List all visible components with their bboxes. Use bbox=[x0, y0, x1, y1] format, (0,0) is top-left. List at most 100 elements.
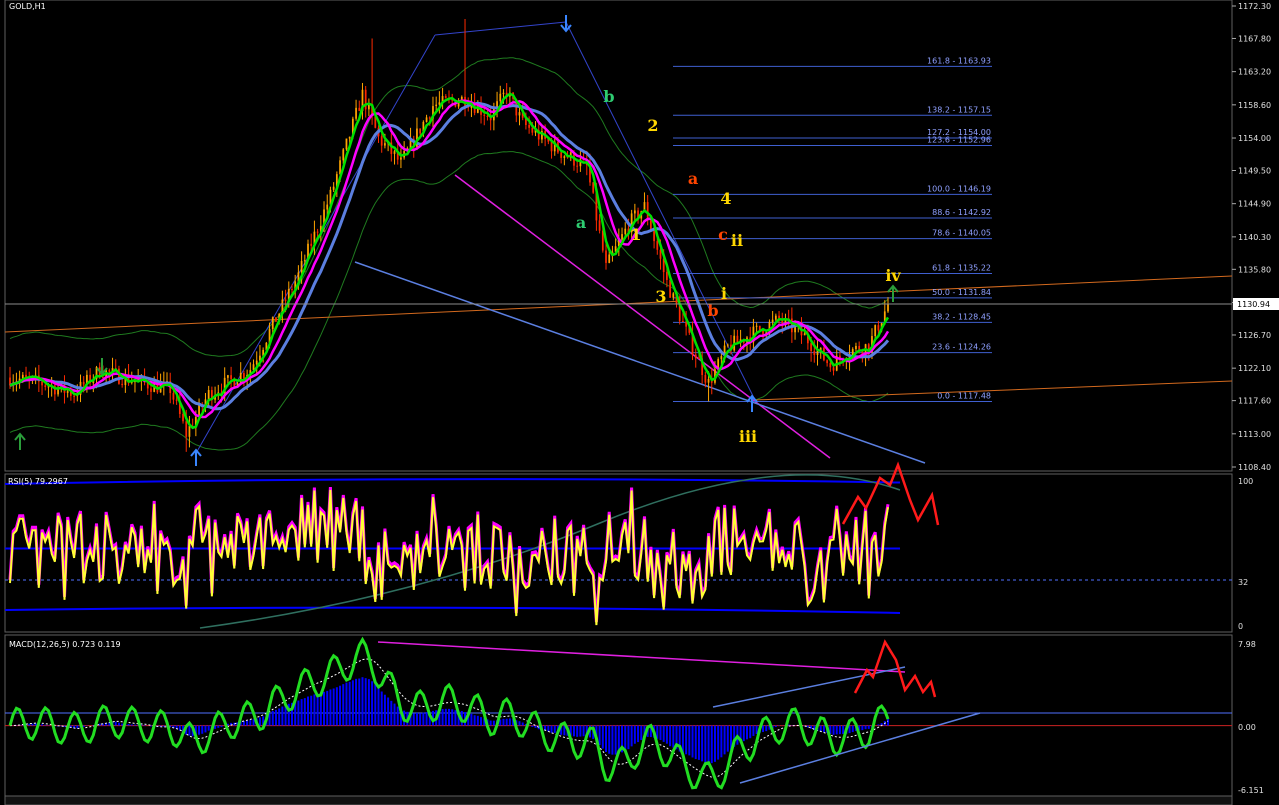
wave-label: iii bbox=[739, 427, 757, 446]
fib-level-label: 161.8 - 1163.93 bbox=[927, 56, 991, 65]
candle-body bbox=[400, 157, 402, 160]
fib-level-label: 88.6 - 1142.92 bbox=[932, 208, 991, 217]
fib-level-label: 61.8 - 1135.22 bbox=[932, 264, 991, 273]
rsi-tick-100: 100 bbox=[1238, 477, 1253, 486]
candle-body bbox=[813, 351, 816, 355]
fib-level-label: 0.0 - 1117.48 bbox=[937, 391, 991, 400]
candle-body bbox=[682, 320, 684, 322]
candle-body bbox=[271, 317, 274, 330]
candle-body bbox=[855, 345, 857, 350]
candle-body bbox=[303, 260, 306, 262]
candle-body bbox=[255, 360, 258, 365]
candle-body bbox=[41, 381, 43, 386]
macd-tick-zero: 0.00 bbox=[1238, 723, 1256, 732]
candle-body bbox=[175, 399, 178, 401]
candle-body bbox=[598, 220, 601, 231]
candle-body bbox=[66, 391, 69, 393]
candle-body bbox=[704, 375, 707, 383]
rsi-tick-32: 32 bbox=[1238, 578, 1248, 587]
candle-body bbox=[384, 143, 386, 146]
price-axis: 1172.30 1167.80 1163.20 1158.60 1154.00 1149.… bbox=[1232, 2, 1271, 472]
price-tick-label: 1167.80 bbox=[1238, 34, 1271, 43]
candle-body bbox=[874, 325, 877, 337]
candle-body bbox=[419, 128, 422, 134]
rsi-label: RSI(5) 79.2967 bbox=[8, 477, 68, 486]
candle-body bbox=[425, 117, 428, 122]
candle-body bbox=[121, 383, 124, 385]
candle-body bbox=[726, 344, 729, 346]
candle-body bbox=[502, 92, 505, 94]
candle-body bbox=[326, 204, 329, 210]
wave-label: 4 bbox=[720, 189, 731, 208]
candle-body bbox=[698, 358, 700, 360]
candle-body bbox=[563, 156, 566, 158]
fib-level-label: 78.6 - 1140.05 bbox=[932, 229, 991, 238]
fib-level-label: 38.2 - 1128.45 bbox=[932, 312, 991, 321]
wave-label: ii bbox=[731, 231, 743, 250]
candle-body bbox=[227, 375, 229, 378]
price-tick-label: 1135.80 bbox=[1238, 265, 1271, 274]
candle-body bbox=[291, 289, 293, 291]
candle-body bbox=[499, 93, 502, 102]
price-tick-label: 1108.40 bbox=[1238, 463, 1271, 472]
wave-label: c bbox=[718, 225, 728, 244]
price-tick-label: 1172.30 bbox=[1238, 2, 1271, 11]
candle-body bbox=[887, 304, 889, 312]
candle-body bbox=[358, 107, 361, 111]
candle-body bbox=[380, 136, 383, 146]
candle-body bbox=[230, 375, 232, 379]
candle-body bbox=[345, 138, 348, 150]
price-tick-label: 1113.00 bbox=[1238, 430, 1271, 439]
candle-body bbox=[316, 231, 319, 233]
candle-body bbox=[332, 186, 335, 190]
fib-level-label: 23.6 - 1124.26 bbox=[932, 343, 991, 352]
wave-label: 3 bbox=[655, 287, 666, 306]
candle-body bbox=[771, 319, 774, 323]
candle-body bbox=[608, 254, 611, 263]
current-price-label: 1130.94 bbox=[1237, 300, 1270, 309]
candle-body bbox=[877, 325, 880, 331]
candle-body bbox=[435, 104, 438, 107]
candle-body bbox=[694, 354, 697, 359]
candle-body bbox=[342, 149, 345, 161]
price-tick-label: 1149.50 bbox=[1238, 166, 1271, 175]
candle-body bbox=[82, 381, 85, 385]
candle-body bbox=[310, 243, 313, 246]
candle-body bbox=[73, 395, 75, 397]
candle-body bbox=[653, 231, 655, 242]
candle-body bbox=[355, 107, 357, 119]
candle-body bbox=[794, 326, 796, 333]
wave-label: b bbox=[603, 87, 614, 106]
candle-body bbox=[592, 182, 595, 193]
macd-tick-max: 7.98 bbox=[1238, 640, 1256, 649]
macd-tick-min: -6.151 bbox=[1238, 786, 1264, 795]
macd-label: MACD(12,26,5) 0.723 0.119 bbox=[9, 640, 121, 649]
candle-body bbox=[707, 379, 710, 383]
candle-body bbox=[275, 317, 277, 322]
candle-body bbox=[576, 165, 579, 167]
price-tick-label: 1144.90 bbox=[1238, 200, 1271, 209]
price-tick-label: 1122.10 bbox=[1238, 364, 1271, 373]
candle-body bbox=[47, 386, 50, 388]
price-tick-label: 1140.30 bbox=[1238, 233, 1271, 242]
candle-body bbox=[243, 373, 245, 379]
next-pane-strip bbox=[4, 795, 1233, 805]
chart-root[interactable]: 161.8 - 1163.93138.2 - 1157.15127.2 - 11… bbox=[0, 0, 1279, 805]
candle-body bbox=[486, 115, 489, 118]
candle-body bbox=[832, 367, 835, 371]
candle-body bbox=[207, 390, 210, 400]
candle-body bbox=[185, 421, 188, 437]
candle-body bbox=[528, 125, 530, 128]
fib-level-label: 50.0 - 1131.84 bbox=[932, 288, 991, 297]
candle-body bbox=[774, 315, 777, 320]
candle-body bbox=[518, 112, 521, 116]
candle-body bbox=[810, 343, 812, 352]
candle-body bbox=[720, 356, 723, 360]
candle-body bbox=[348, 136, 351, 139]
wave-label: i bbox=[721, 284, 727, 303]
candle-body bbox=[531, 127, 534, 133]
candle-body bbox=[633, 210, 636, 214]
candle-body bbox=[172, 393, 175, 400]
candle-body bbox=[755, 325, 758, 327]
candle-body bbox=[108, 370, 111, 372]
